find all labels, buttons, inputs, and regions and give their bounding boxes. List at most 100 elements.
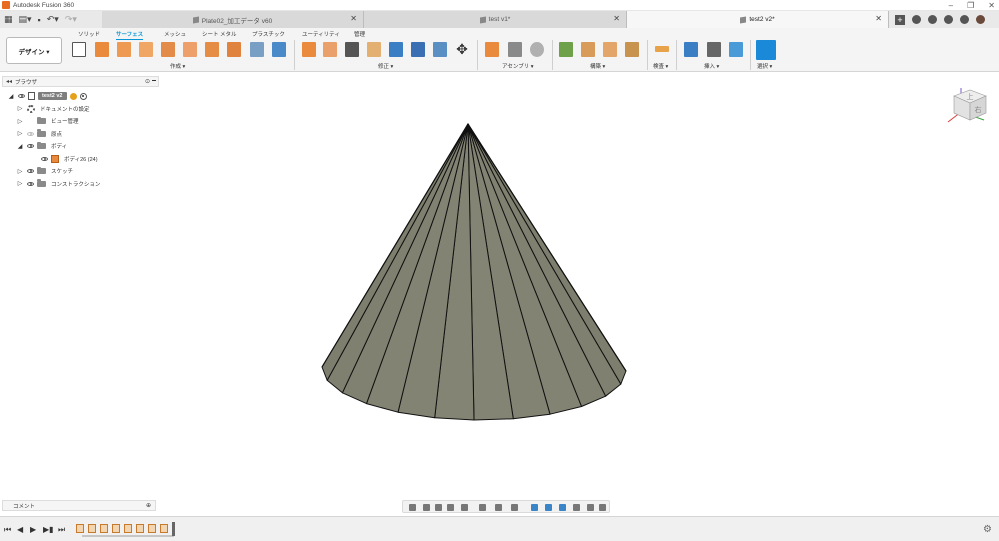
visibility-off-icon[interactable]	[27, 131, 34, 136]
selection-filter-sketch-icon[interactable]	[587, 504, 594, 511]
group-construct-label[interactable]: 構築 ▾	[590, 62, 605, 70]
stitch-icon[interactable]	[389, 42, 403, 57]
timeline-feature-sketch[interactable]	[148, 524, 156, 533]
close-tab-icon[interactable]: ✕	[613, 14, 620, 23]
tab-plastic[interactable]: プラスチック	[252, 30, 285, 38]
collapse-arrow-icon[interactable]: ◂◂	[6, 78, 12, 85]
timeline-marker[interactable]	[172, 522, 175, 536]
extensions-icon[interactable]	[912, 15, 921, 24]
timeline-feature-sketch[interactable]	[124, 524, 132, 533]
tab-utilities[interactable]: ユーティリティ	[302, 30, 340, 38]
visibility-icon[interactable]	[18, 94, 25, 99]
midplane-icon[interactable]	[625, 42, 639, 57]
restore-icon[interactable]: ❐	[967, 1, 974, 10]
file-menu-icon[interactable]: ▤▾	[19, 14, 32, 25]
selection-filter-body-icon[interactable]	[531, 504, 538, 511]
selection-filter-face-icon[interactable]	[545, 504, 552, 511]
timeline-feature-sketch[interactable]	[76, 524, 84, 533]
insert-derive-icon[interactable]	[684, 42, 698, 57]
extrude-icon[interactable]	[95, 42, 109, 57]
expand-arrow-icon[interactable]: ◢	[17, 143, 23, 150]
tree-item-document-settings[interactable]: ▷ ドキュメントの設定	[8, 103, 158, 116]
viewports-icon[interactable]	[511, 504, 518, 511]
save-icon[interactable]: ▪	[38, 15, 41, 25]
selection-filter-vertex-icon[interactable]	[573, 504, 580, 511]
tab-sheet-metal[interactable]: シート メタル	[202, 30, 237, 38]
group-inspect-label[interactable]: 検査 ▾	[653, 62, 668, 70]
grid-settings-icon[interactable]	[495, 504, 502, 511]
create-sketch-icon[interactable]	[72, 42, 86, 57]
viewcube[interactable]: 上 右	[944, 82, 992, 130]
group-create-label[interactable]: 作成 ▾	[170, 62, 185, 70]
3d-viewport[interactable]	[160, 72, 999, 497]
group-assemble-label[interactable]: アセンブリ ▾	[502, 62, 534, 70]
press-pull-icon[interactable]	[302, 42, 316, 57]
ruled-icon[interactable]	[205, 42, 219, 57]
close-tab-icon[interactable]: ✕	[350, 14, 357, 23]
trim-icon[interactable]	[345, 42, 359, 57]
tree-item-origin[interactable]: ▷ 原点	[8, 128, 158, 141]
activate-component-icon[interactable]	[79, 92, 87, 100]
extend-icon[interactable]	[367, 42, 381, 57]
go-to-end-icon[interactable]: ⏭	[58, 525, 65, 535]
new-tab-icon[interactable]: +	[895, 14, 905, 25]
expand-arrow-icon[interactable]: ▷	[17, 168, 23, 175]
zoom-icon[interactable]	[447, 504, 454, 511]
move-icon[interactable]: ✥	[455, 42, 469, 57]
select-icon[interactable]	[756, 40, 776, 60]
look-at-icon[interactable]	[423, 504, 430, 511]
workspace-switcher-button[interactable]: デザイン ▾	[6, 37, 62, 64]
group-insert-label[interactable]: 挿入 ▾	[704, 62, 719, 70]
sweep-icon[interactable]	[139, 42, 153, 57]
pin-icon[interactable]: ⊙	[145, 78, 150, 85]
orbit-icon[interactable]	[409, 504, 416, 511]
tangent-plane-icon[interactable]	[603, 42, 617, 57]
visibility-icon[interactable]	[41, 156, 48, 161]
timeline-feature-body[interactable]	[160, 524, 168, 533]
canvas-icon[interactable]	[729, 42, 743, 57]
joint-icon[interactable]	[508, 42, 522, 57]
minimize-icon[interactable]: –	[949, 1, 953, 10]
tree-item-sketches[interactable]: ▷ スケッチ	[8, 165, 158, 178]
go-to-start-icon[interactable]: ⏮	[4, 525, 11, 535]
help-icon[interactable]	[960, 15, 969, 24]
fit-icon[interactable]	[461, 504, 468, 511]
tab-plate02[interactable]: Plate02_加工データ v60 ✕	[102, 11, 364, 28]
step-back-icon[interactable]: ◀	[17, 525, 23, 534]
tab-test2-v2[interactable]: test2 v2* ✕	[627, 11, 889, 28]
measure-icon[interactable]	[655, 46, 669, 52]
tree-item-bodies[interactable]: ◢ ボディ	[8, 140, 158, 153]
tab-test-v1[interactable]: test v1* ✕	[364, 11, 627, 28]
patch-icon[interactable]	[183, 42, 197, 57]
close-window-icon[interactable]: ✕	[988, 1, 995, 10]
tab-surface[interactable]: サーフェス	[116, 30, 144, 40]
expand-arrow-icon[interactable]: ▷	[17, 180, 23, 187]
expand-arrow-icon[interactable]: ◢	[8, 93, 14, 100]
loft-icon[interactable]	[161, 42, 175, 57]
timeline-feature-sketch[interactable]	[100, 524, 108, 533]
tab-mesh[interactable]: メッシュ	[164, 30, 186, 38]
offset-plane-icon[interactable]	[559, 42, 573, 57]
apps-grid-icon[interactable]: ▦	[4, 14, 13, 25]
cone-body[interactable]	[321, 122, 627, 421]
plane-at-angle-icon[interactable]	[581, 42, 595, 57]
user-avatar[interactable]	[976, 15, 985, 24]
play-icon[interactable]: ▶	[30, 525, 36, 534]
tree-item-named-views[interactable]: ▷ ビュー管理	[8, 115, 158, 128]
boundary-fill-icon[interactable]	[272, 42, 286, 57]
tab-solid[interactable]: ソリッド	[78, 30, 100, 38]
visibility-icon[interactable]	[27, 181, 34, 186]
visibility-icon[interactable]	[27, 169, 34, 174]
motion-link-icon[interactable]	[530, 42, 544, 57]
tree-item-root[interactable]: ◢ test2 v2	[8, 90, 158, 103]
group-modify-label[interactable]: 修正 ▾	[378, 62, 393, 70]
offset-icon[interactable]	[227, 42, 241, 57]
delete-face-icon[interactable]	[323, 42, 337, 57]
pan-icon[interactable]	[435, 504, 442, 511]
expand-arrow-icon[interactable]: ▷	[17, 130, 23, 137]
insert-mesh-icon[interactable]	[707, 42, 721, 57]
timeline-feature-revolve[interactable]	[112, 524, 120, 533]
selection-filter-component-icon[interactable]	[599, 504, 606, 511]
notifications-icon[interactable]	[944, 15, 953, 24]
timeline-feature-patch[interactable]	[136, 524, 144, 533]
